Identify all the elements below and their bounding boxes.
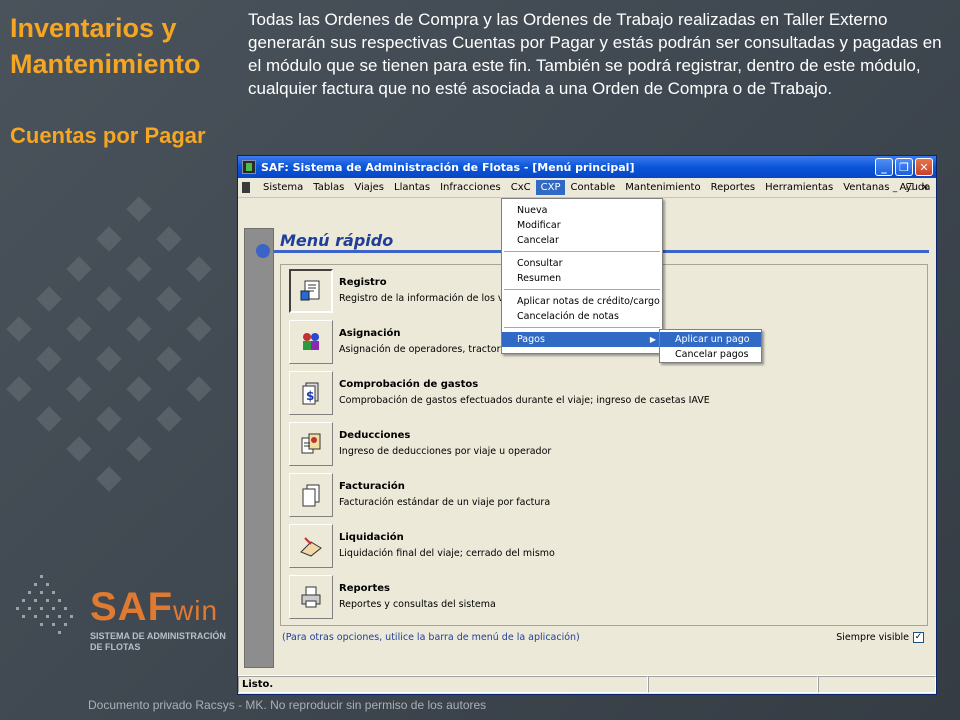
printer-icon[interactable] bbox=[289, 575, 333, 619]
blue-bullet-icon bbox=[256, 244, 270, 258]
deducciones-icon[interactable] bbox=[289, 422, 333, 466]
close-button[interactable]: ✕ bbox=[915, 158, 933, 176]
menu-llantas[interactable]: Llantas bbox=[389, 180, 435, 195]
left-sidebar-strip bbox=[244, 228, 274, 668]
quick-item-facturacion[interactable]: Facturación Facturación estándar de un v… bbox=[289, 473, 909, 519]
liquidacion-icon[interactable] bbox=[289, 524, 333, 568]
quick-item-comprobacion[interactable]: $ Comprobación de gastos Comprobación de… bbox=[289, 371, 909, 417]
window-title: SAF: Sistema de Administración de Flotas… bbox=[261, 160, 635, 174]
menu-tablas[interactable]: Tablas bbox=[308, 180, 349, 195]
status-panel-2 bbox=[648, 676, 818, 693]
menu-separator bbox=[504, 251, 660, 252]
cxp-cancelar[interactable]: Cancelar bbox=[502, 233, 662, 248]
app-icon[interactable] bbox=[242, 160, 256, 174]
menu-mantenimiento[interactable]: Mantenimiento bbox=[620, 180, 705, 195]
cxp-consultar[interactable]: Consultar bbox=[502, 256, 662, 271]
menubar: Sistema Tablas Viajes Llantas Infraccion… bbox=[238, 178, 936, 198]
pagos-cancelar-pagos[interactable]: Cancelar pagos bbox=[660, 347, 761, 362]
svg-text:$: $ bbox=[306, 389, 314, 403]
menu-separator bbox=[504, 327, 660, 328]
mdi-child-icon[interactable] bbox=[240, 181, 254, 195]
quick-item-desc: Facturación estándar de un viaje por fac… bbox=[339, 497, 551, 508]
status-panel-3 bbox=[818, 676, 936, 693]
mdi-close-button[interactable]: ✕ bbox=[918, 181, 932, 194]
menu-sistema[interactable]: Sistema bbox=[258, 180, 308, 195]
logo-dots-icon bbox=[10, 565, 90, 645]
cxp-nueva[interactable]: Nueva bbox=[502, 203, 662, 218]
quick-item-title: Comprobación de gastos bbox=[339, 379, 479, 390]
quick-item-desc: Liquidación final del viaje; cerrado del… bbox=[339, 548, 555, 559]
siempre-visible-label: Siempre visible bbox=[836, 632, 909, 643]
panel-title: Menú rápido bbox=[280, 231, 394, 250]
footer-note: Documento privado Racsys - MK. No reprod… bbox=[88, 698, 487, 712]
slide-title: Inventarios y Mantenimiento bbox=[10, 13, 201, 79]
menu-contable[interactable]: Contable bbox=[565, 180, 620, 195]
menu-reportes[interactable]: Reportes bbox=[706, 180, 761, 195]
quick-item-title: Deducciones bbox=[339, 430, 411, 441]
asignacion-icon[interactable] bbox=[289, 320, 333, 364]
menu-cxp[interactable]: CXP bbox=[535, 180, 566, 195]
logo-wordmark: SAFwin bbox=[90, 585, 219, 629]
mdi-minimize-button[interactable]: _ bbox=[888, 181, 902, 194]
cxp-resumen[interactable]: Resumen bbox=[502, 271, 662, 286]
status-text: Listo. bbox=[238, 676, 648, 693]
background-diamond-pattern bbox=[0, 160, 240, 580]
pagos-submenu: Aplicar un pago Cancelar pagos bbox=[659, 329, 762, 363]
quick-item-liquidacion[interactable]: Liquidación Liquidación final del viaje;… bbox=[289, 524, 909, 570]
menu-herramientas[interactable]: Herramientas bbox=[760, 180, 838, 195]
window-titlebar[interactable]: SAF: Sistema de Administración de Flotas… bbox=[238, 156, 936, 178]
minimize-button[interactable]: _ bbox=[875, 158, 893, 176]
facturacion-icon[interactable] bbox=[289, 473, 333, 517]
quick-item-title: Liquidación bbox=[339, 532, 404, 543]
quick-item-title: Facturación bbox=[339, 481, 405, 492]
maximize-button[interactable]: ❐ bbox=[895, 158, 913, 176]
registro-icon[interactable] bbox=[289, 269, 333, 313]
comprobacion-icon[interactable]: $ bbox=[289, 371, 333, 415]
status-bar: Listo. bbox=[238, 675, 936, 694]
quick-item-title: Registro bbox=[339, 277, 387, 288]
menu-viajes[interactable]: Viajes bbox=[349, 180, 389, 195]
cxp-dropdown-menu: Nueva Modificar Cancelar Consultar Resum… bbox=[501, 198, 663, 354]
pagos-aplicar-un-pago[interactable]: Aplicar un pago bbox=[660, 332, 761, 347]
quick-item-reportes[interactable]: Reportes Reportes y consultas del sistem… bbox=[289, 575, 909, 621]
slide-subtitle: Cuentas por Pagar bbox=[10, 123, 206, 148]
cxp-modificar[interactable]: Modificar bbox=[502, 218, 662, 233]
menu-separator bbox=[504, 289, 660, 290]
quick-item-title: Reportes bbox=[339, 583, 390, 594]
quick-item-desc: Reportes y consultas del sistema bbox=[339, 599, 496, 610]
quick-item-desc: Ingreso de deducciones por viaje u opera… bbox=[339, 446, 552, 457]
quick-item-deducciones[interactable]: Deducciones Ingreso de deducciones por v… bbox=[289, 422, 909, 468]
menu-cxc[interactable]: CxC bbox=[506, 180, 536, 195]
siempre-visible-toggle[interactable]: Siempre visible ✓ bbox=[836, 632, 924, 643]
safwin-logo: SAFwin SISTEMA DE ADMINISTRACIÓN DE FLOT… bbox=[10, 565, 235, 665]
menu-infracciones[interactable]: Infracciones bbox=[435, 180, 506, 195]
cxp-cancelacion-notas[interactable]: Cancelación de notas bbox=[502, 309, 662, 324]
quick-item-title: Asignación bbox=[339, 328, 401, 339]
menu-hint: (Para otras opciones, utilice la barra d… bbox=[282, 632, 580, 643]
cxp-pagos[interactable]: Pagos ▶ bbox=[502, 332, 662, 347]
mdi-restore-button[interactable]: ❐ bbox=[903, 181, 917, 194]
siempre-visible-checkbox[interactable]: ✓ bbox=[913, 632, 924, 643]
cxp-aplicar-notas[interactable]: Aplicar notas de crédito/cargo bbox=[502, 294, 662, 309]
menu-ventanas[interactable]: Ventanas bbox=[838, 180, 894, 195]
slide-intro-text: Todas las Ordenes de Compra y las Ordene… bbox=[248, 10, 942, 98]
submenu-arrow-icon: ▶ bbox=[649, 335, 656, 344]
cxp-pagos-label: Pagos bbox=[517, 334, 545, 345]
quick-item-desc: Comprobación de gastos efectuados durant… bbox=[339, 395, 710, 406]
logo-subtitle: SISTEMA DE ADMINISTRACIÓN DE FLOTAS bbox=[90, 631, 226, 652]
saf-app-window: SAF: Sistema de Administración de Flotas… bbox=[237, 155, 937, 695]
